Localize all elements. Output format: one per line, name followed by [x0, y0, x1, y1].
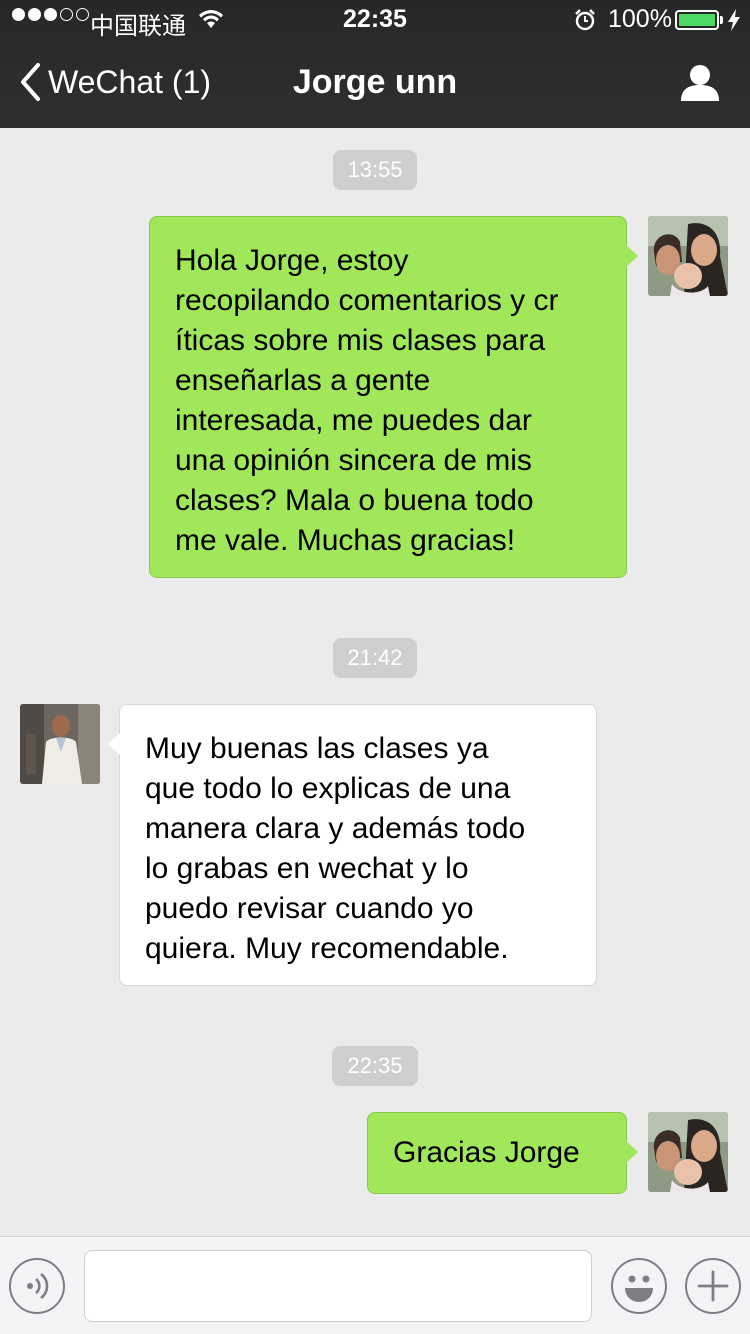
sent-message[interactable]: Hola Jorge, estoy recopilando comentario… — [149, 216, 638, 578]
input-bar — [0, 1236, 750, 1334]
message-line: recopilando comentarios y cr — [175, 284, 559, 317]
message-line: clases? Mala o buena todo — [175, 484, 534, 517]
message-line: Gracias Jorge — [393, 1136, 580, 1169]
received-message[interactable]: Muy buenas las clases ya que todo lo exp… — [108, 704, 597, 986]
message-line: quiera. Muy recomendable. — [145, 932, 509, 965]
message-line: manera clara y además todo — [145, 812, 526, 845]
message-line: Muy buenas las clases ya — [145, 732, 489, 765]
timestamp: 22:35 — [332, 1046, 418, 1086]
my-avatar[interactable] — [648, 1112, 728, 1192]
top-bar: 中国联通 22:35 100% WeChat (1) Jorge unn — [0, 0, 750, 128]
voice-button[interactable] — [9, 1258, 65, 1314]
emoji-button[interactable] — [611, 1258, 667, 1314]
message-line: una opinión sincera de mis — [175, 444, 532, 477]
message-input[interactable] — [84, 1250, 592, 1322]
battery-icon — [675, 10, 719, 30]
message-line: lo grabas en wechat y lo — [145, 852, 469, 885]
timestamp: 21:42 — [333, 638, 417, 678]
chat-info-button[interactable] — [680, 64, 720, 107]
more-button[interactable] — [685, 1258, 741, 1314]
plus-icon — [697, 1270, 729, 1302]
message-line: me vale. Muchas gracias! — [175, 524, 516, 557]
sent-message[interactable]: Gracias Jorge — [367, 1112, 638, 1194]
alarm-icon — [575, 9, 595, 31]
status-bar: 中国联通 22:35 100% — [0, 0, 750, 40]
my-avatar[interactable] — [648, 216, 728, 296]
emoji-icon — [625, 1275, 653, 1302]
message-line: Hola Jorge, estoy — [175, 244, 409, 277]
contact-avatar[interactable] — [20, 704, 100, 784]
voice-icon — [27, 1272, 49, 1300]
person-icon — [681, 65, 719, 101]
message-line: interesada, me puedes dar — [175, 404, 532, 437]
timestamp: 13:55 — [333, 150, 417, 190]
message-line: enseñarlas a gente — [175, 364, 431, 397]
navigation-bar: WeChat (1) Jorge unn — [0, 40, 750, 128]
chat-title: Jorge unn — [292, 63, 458, 101]
message-line: íticas sobre mis clases para — [175, 324, 546, 357]
message-line: que todo lo explicas de una — [145, 772, 511, 805]
charging-icon — [728, 9, 740, 31]
message-line: puedo revisar cuando yo — [145, 892, 474, 925]
battery-percent: 100% — [608, 5, 672, 33]
